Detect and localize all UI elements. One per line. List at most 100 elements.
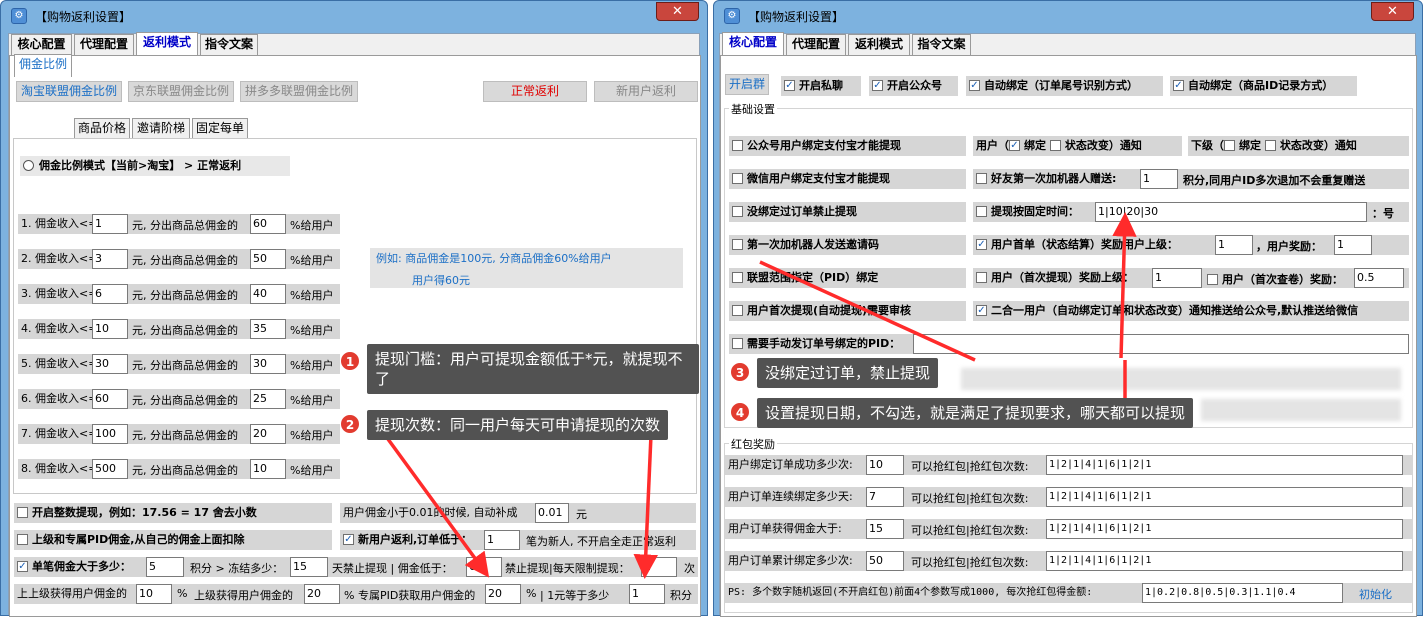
pid-deduct-option[interactable]: 上级和专属PID佣金,从自己的佣金上面扣除 [14,530,332,550]
invite-code-checkbox[interactable] [732,238,743,250]
tier-percent-input[interactable]: 50 [250,249,286,269]
red-packet-sequence-input[interactable]: 1|2|1|4|1|6|1|2|1 [1046,519,1403,539]
pid-scope-option[interactable]: 联盟范围指定（PID）绑定 [729,268,966,288]
tier-threshold-input[interactable]: 500 [92,459,128,479]
manual-pid-option[interactable]: 需要手动发订单号绑定的PID： [729,334,919,354]
subtab-invite-ladder[interactable]: 邀请阶梯 [132,118,190,139]
red-packet-sequence-input[interactable]: 1|2|1|4|1|6|1|2|1 [1046,551,1403,571]
first-order-upline-input[interactable]: 1 [1215,235,1253,255]
tier-percent-input[interactable]: 35 [250,319,286,339]
first-withdraw-reward-checkbox[interactable] [976,271,987,283]
min-withdraw-input[interactable]: 6 [466,557,502,577]
new-user-rebate-button[interactable]: 新用户返利 [594,81,698,102]
tier-threshold-input[interactable]: 100 [92,424,128,444]
tab-command-text[interactable]: 指令文案 [912,34,971,55]
taobao-ratio-button[interactable]: 淘宝联盟佣金比例 [16,81,122,102]
first-coupon-reward-checkbox[interactable] [1207,273,1218,285]
open-private-chat-option[interactable]: ✓ 开启私聊 [781,76,861,96]
tier-threshold-input[interactable]: 60 [92,389,128,409]
first-withdraw-reward-input[interactable]: 1 [1152,268,1202,288]
first-withdraw-review-checkbox[interactable] [732,304,743,316]
tab-command-text[interactable]: 指令文案 [200,34,258,55]
freeze-days-input[interactable]: 15 [290,557,328,577]
friend-gift-input[interactable]: 1 [1140,169,1178,189]
upline-share-input[interactable]: 10 [136,584,172,604]
friend-gift-checkbox[interactable] [976,172,987,184]
tier-percent-input[interactable]: 40 [250,284,286,304]
points-input[interactable]: 1 [629,584,665,604]
fixed-time-input[interactable]: 1|10|20|30 [1095,202,1367,222]
red-packet-threshold-input[interactable]: 50 [866,551,904,571]
tab-core-config[interactable]: 核心配置 [11,34,72,55]
tab-agent-config[interactable]: 代理配置 [786,34,846,55]
pid-scope-checkbox[interactable] [732,271,743,283]
tier-percent-input[interactable]: 25 [250,389,286,409]
subtab-commission-ratio[interactable]: 佣金比例 [14,54,72,77]
tier-threshold-input[interactable]: 1 [92,214,128,234]
init-button[interactable]: 初始化 [1359,586,1392,602]
red-packet-threshold-input[interactable]: 10 [866,455,904,475]
auto-bind-product-checkbox[interactable]: ✓ [1173,79,1184,91]
official-alipay-checkbox[interactable] [732,139,743,151]
pdd-ratio-button[interactable]: 拼多多联盟佣金比例 [240,81,358,102]
two-in-one-option[interactable]: ✓ 二合一用户（自动绑定订单和状态改变）通知推送给公众号,默认推送给微信 [973,301,1409,321]
lower-status-checkbox[interactable] [1264,139,1276,151]
integer-withdraw-checkbox[interactable] [17,506,28,518]
jd-ratio-button[interactable]: 京东联盟佣金比例 [128,81,234,102]
red-packet-sequence-input[interactable]: 1|2|1|4|1|6|1|2|1 [1046,487,1403,507]
open-private-chat-checkbox[interactable]: ✓ [784,79,795,91]
mode-radio-icon[interactable] [23,159,34,171]
wechat-alipay-option[interactable]: 微信用户绑定支付宝才能提现 [729,169,966,189]
daily-limit-input[interactable]: 1 [641,557,677,577]
auto-bind-product-option[interactable]: ✓ 自动绑定（商品ID记录方式） [1170,76,1357,96]
tier-threshold-input[interactable]: 30 [92,354,128,374]
compensate-input[interactable]: 0.01 [535,503,569,523]
tier-threshold-input[interactable]: 3 [92,249,128,269]
tier-percent-input[interactable]: 60 [250,214,286,234]
first-coupon-reward-input[interactable]: 0.5 [1354,268,1404,288]
left-close-button[interactable]: ✕ [656,2,699,21]
tier-percent-input[interactable]: 10 [250,459,286,479]
wechat-alipay-checkbox[interactable] [732,172,743,184]
user-status-checkbox[interactable] [1049,139,1061,151]
first-withdraw-review-option[interactable]: 用户首次提现(自动提现)需要审核 [729,301,966,321]
manual-pid-input[interactable] [913,334,1409,354]
single-commission-checkbox[interactable]: ✓ [17,560,28,572]
first-order-reward-checkbox[interactable]: ✓ [976,238,987,250]
red-packet-threshold-input[interactable]: 15 [866,519,904,539]
lower-bind-checkbox[interactable] [1224,139,1235,151]
tier-percent-input[interactable]: 20 [250,424,286,444]
manual-pid-checkbox[interactable] [732,337,743,349]
normal-rebate-button[interactable]: 正常返利 [483,81,587,102]
no-order-block-option[interactable]: 没绑定过订单禁止提现 [729,202,966,222]
pid-share-input[interactable]: 20 [485,584,521,604]
auto-bind-tail-option[interactable]: ✓ 自动绑定（订单尾号识别方式） [966,76,1163,96]
auto-bind-tail-checkbox[interactable]: ✓ [969,79,980,91]
tier-threshold-input[interactable]: 10 [92,319,128,339]
tier-threshold-input[interactable]: 6 [92,284,128,304]
invite-code-option[interactable]: 第一次加机器人发送邀请码 [729,235,966,255]
red-packet-sequence-input[interactable]: 1|2|1|4|1|6|1|2|1 [1046,455,1403,475]
fixed-time-checkbox[interactable] [976,205,987,217]
integer-withdraw-option[interactable]: 开启整数提现，例如：17.56 = 17 舍去小数 [14,503,332,523]
no-order-block-checkbox[interactable] [732,205,743,217]
tab-rebate-mode[interactable]: 返利模式 [136,32,198,55]
new-user-checkbox[interactable]: ✓ [343,533,354,545]
subtab-product-price[interactable]: 商品价格 [74,118,130,139]
tab-core-config[interactable]: 核心配置 [722,32,784,55]
user-bind-checkbox[interactable]: ✓ [1009,139,1020,151]
right-close-button[interactable]: ✕ [1371,2,1414,21]
pid-deduct-checkbox[interactable] [17,533,28,545]
red-packet-threshold-input[interactable]: 7 [866,487,904,507]
tier-percent-input[interactable]: 30 [250,354,286,374]
two-in-one-checkbox[interactable]: ✓ [976,304,987,316]
open-group-button[interactable]: 开启群 [725,74,769,95]
official-alipay-option[interactable]: 公众号用户绑定支付宝才能提现 [729,136,966,156]
tab-rebate-mode[interactable]: 返利模式 [848,34,910,55]
subtab-fixed-per-order[interactable]: 固定每单 [192,118,248,139]
up-share-input[interactable]: 20 [304,584,340,604]
open-official-checkbox[interactable]: ✓ [872,79,883,91]
user-reward-input[interactable]: 1 [1334,235,1372,255]
single-commission-input[interactable]: 5 [146,557,184,577]
tab-agent-config[interactable]: 代理配置 [74,34,134,55]
